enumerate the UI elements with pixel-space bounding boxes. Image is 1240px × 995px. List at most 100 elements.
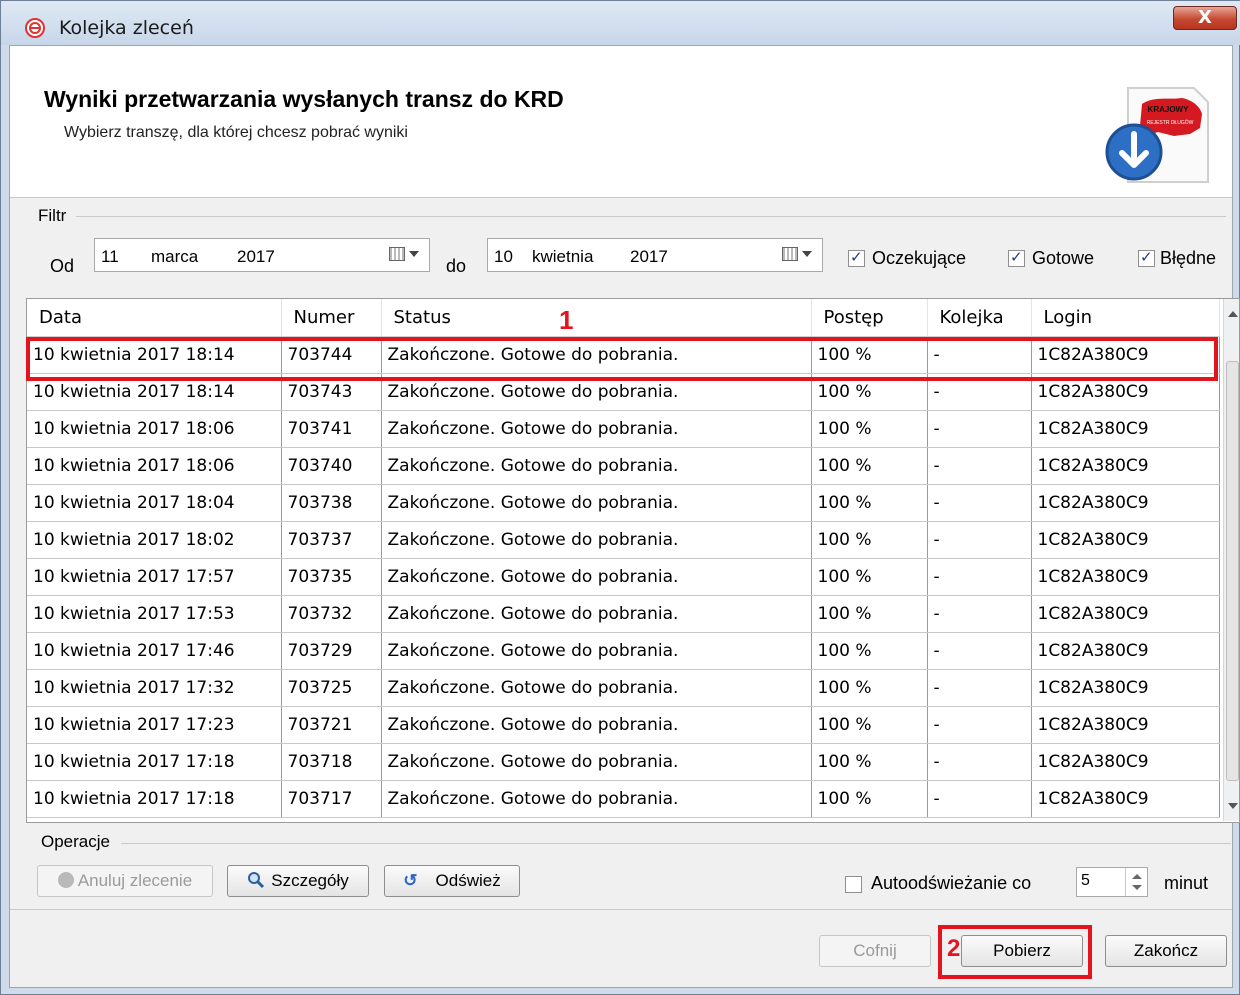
spin-buttons[interactable] <box>1125 868 1147 896</box>
autorefresh-label: Autoodświeżanie co <box>871 873 1032 893</box>
column-header-progress[interactable]: Postęp <box>811 299 928 337</box>
close-button[interactable]: X <box>1173 6 1237 30</box>
cell-number: 703717 <box>281 780 382 818</box>
table-row[interactable]: 10 kwietnia 2017 17:57 703735 Zakończone. … <box>27 558 1220 596</box>
highlight-box-download <box>938 925 1092 979</box>
to-year: 2017 <box>630 247 668 266</box>
back-button[interactable]: Cofnij <box>819 935 931 967</box>
ready-checkbox[interactable] <box>1008 248 1025 267</box>
cell-queue: - <box>927 780 1032 818</box>
page-subtitle: Wybierz transzę, dla której chcesz pobra… <box>64 124 408 141</box>
page-title: Wyniki przetwarzania wysłanych transz do… <box>44 86 564 112</box>
table-row[interactable]: 10 kwietnia 2017 17:32 703725 Zakończone. … <box>27 669 1220 707</box>
table-row[interactable]: 10 kwietnia 2017 17:18 703718 Zakończone. … <box>27 743 1220 781</box>
autorefresh-interval-input[interactable]: 5 <box>1076 867 1148 897</box>
table-row[interactable]: 10 kwietnia 2017 18:02 703737 Zakończone. … <box>27 521 1220 559</box>
cell-status: Zakończone. Gotowe do pobrania. <box>381 521 812 559</box>
autorefresh-checkbox[interactable] <box>845 876 862 893</box>
cell-date: 10 kwietnia 2017 17:53 <box>27 595 282 633</box>
chevron-down-icon[interactable] <box>409 251 419 257</box>
cell-queue: - <box>927 521 1032 559</box>
pending-checkbox[interactable] <box>848 248 865 267</box>
autorefresh-interval-value: 5 <box>1081 872 1090 889</box>
cell-date: 10 kwietnia 2017 18:06 <box>27 410 282 448</box>
error-checkbox[interactable] <box>1138 248 1155 267</box>
table-row[interactable]: 10 kwietnia 2017 17:23 703721 Zakończone. … <box>27 706 1220 744</box>
cell-date: 10 kwietnia 2017 17:46 <box>27 632 282 670</box>
footer-divider <box>10 909 1232 910</box>
cell-login: 1C82A380C9 <box>1031 410 1220 448</box>
calendar-icon[interactable] <box>782 247 798 261</box>
cell-date: 10 kwietnia 2017 17:57 <box>27 558 282 596</box>
scroll-down-icon[interactable] <box>1228 803 1238 809</box>
details-button[interactable]: Szczegóły <box>227 865 369 897</box>
wizard-header: Wyniki przetwarzania wysłanych transz do… <box>10 46 1232 198</box>
cell-date: 10 kwietnia 2017 17:23 <box>27 706 282 744</box>
operations-divider <box>121 843 1231 844</box>
cell-progress: 100 % <box>811 743 928 781</box>
annotation-number-2: 2 <box>947 935 961 962</box>
calendar-icon[interactable] <box>389 247 405 261</box>
cell-number: 703740 <box>281 447 382 485</box>
from-date-picker[interactable]: 11 marca 2017 <box>94 238 430 272</box>
column-header-date[interactable]: Data <box>27 299 282 337</box>
cell-number: 703738 <box>281 484 382 522</box>
column-header-status[interactable]: Status <box>381 299 812 337</box>
cell-queue: - <box>927 558 1032 596</box>
title-bar: Kolejka zleceń X <box>1 1 1240 45</box>
column-header-number[interactable]: Numer <box>281 299 382 337</box>
from-day: 11 <box>101 247 119 266</box>
cell-queue: - <box>927 632 1032 670</box>
cell-login: 1C82A380C9 <box>1031 632 1220 670</box>
cell-number: 703718 <box>281 743 382 781</box>
cell-progress: 100 % <box>811 669 928 707</box>
chevron-down-icon[interactable] <box>802 251 812 257</box>
from-month: marca <box>151 247 199 266</box>
scroll-up-icon[interactable] <box>1228 311 1238 317</box>
cancel-job-button[interactable]: Anuluj zlecenie <box>37 865 213 897</box>
refresh-button[interactable]: ↺ Odśwież <box>384 865 520 897</box>
cell-progress: 100 % <box>811 521 928 559</box>
to-date-picker[interactable]: 10 kwietnia 2017 <box>487 238 823 272</box>
spin-down-icon[interactable] <box>1132 885 1142 890</box>
cell-status: Zakończone. Gotowe do pobrania. <box>381 743 812 781</box>
cell-date: 10 kwietnia 2017 17:18 <box>27 743 282 781</box>
cell-queue: - <box>927 595 1032 633</box>
to-day: 10 <box>494 247 513 266</box>
cell-login: 1C82A380C9 <box>1031 521 1220 559</box>
cell-login: 1C82A380C9 <box>1031 669 1220 707</box>
to-label: do <box>446 256 467 276</box>
cell-status: Zakończone. Gotowe do pobrania. <box>381 595 812 633</box>
table-row[interactable]: 10 kwietnia 2017 18:04 703738 Zakończone. … <box>27 484 1220 522</box>
cell-queue: - <box>927 743 1032 781</box>
cell-login: 1C82A380C9 <box>1031 780 1220 818</box>
table-scrollbar[interactable] <box>1223 299 1239 821</box>
table-row[interactable]: 10 kwietnia 2017 18:06 703740 Zakończone. … <box>27 447 1220 485</box>
cancel-job-label: Anuluj zlecenie <box>77 871 193 890</box>
column-header-login[interactable]: Login <box>1031 299 1220 337</box>
cell-number: 703721 <box>281 706 382 744</box>
spin-up-icon[interactable] <box>1132 874 1142 879</box>
pending-checkbox-label: Oczekujące <box>872 248 967 268</box>
table-row[interactable]: 10 kwietnia 2017 18:06 703741 Zakończone. … <box>27 410 1220 448</box>
magnifier-icon <box>248 872 265 889</box>
table-row[interactable]: 10 kwietnia 2017 17:18 703717 Zakończone. … <box>27 780 1220 818</box>
scrollbar-thumb[interactable] <box>1226 361 1239 781</box>
cancel-circle-icon <box>57 872 74 888</box>
cell-date: 10 kwietnia 2017 17:32 <box>27 669 282 707</box>
cell-progress: 100 % <box>811 484 928 522</box>
dialog-window: Kolejka zleceń X Wyniki przetwarzania wy… <box>0 0 1240 995</box>
finish-button[interactable]: Zakończ <box>1105 935 1227 967</box>
cell-progress: 100 % <box>811 558 928 596</box>
table-row[interactable]: 10 kwietnia 2017 17:53 703732 Zakończone. … <box>27 595 1220 633</box>
logo-text-bottom: REJESTR DŁUGÓW <box>1147 119 1194 126</box>
table-row[interactable]: 10 kwietnia 2017 17:46 703729 Zakończone. … <box>27 632 1220 670</box>
ready-checkbox-label: Gotowe <box>1032 248 1095 268</box>
cell-status: Zakończone. Gotowe do pobrania. <box>381 410 812 448</box>
filter-group-label: Filtr <box>38 206 67 225</box>
cell-queue: - <box>927 447 1032 485</box>
to-month: kwietnia <box>532 247 594 266</box>
refresh-icon: ↺ <box>403 871 418 890</box>
annotation-number-1: 1 <box>559 305 574 335</box>
column-header-queue[interactable]: Kolejka <box>927 299 1032 337</box>
